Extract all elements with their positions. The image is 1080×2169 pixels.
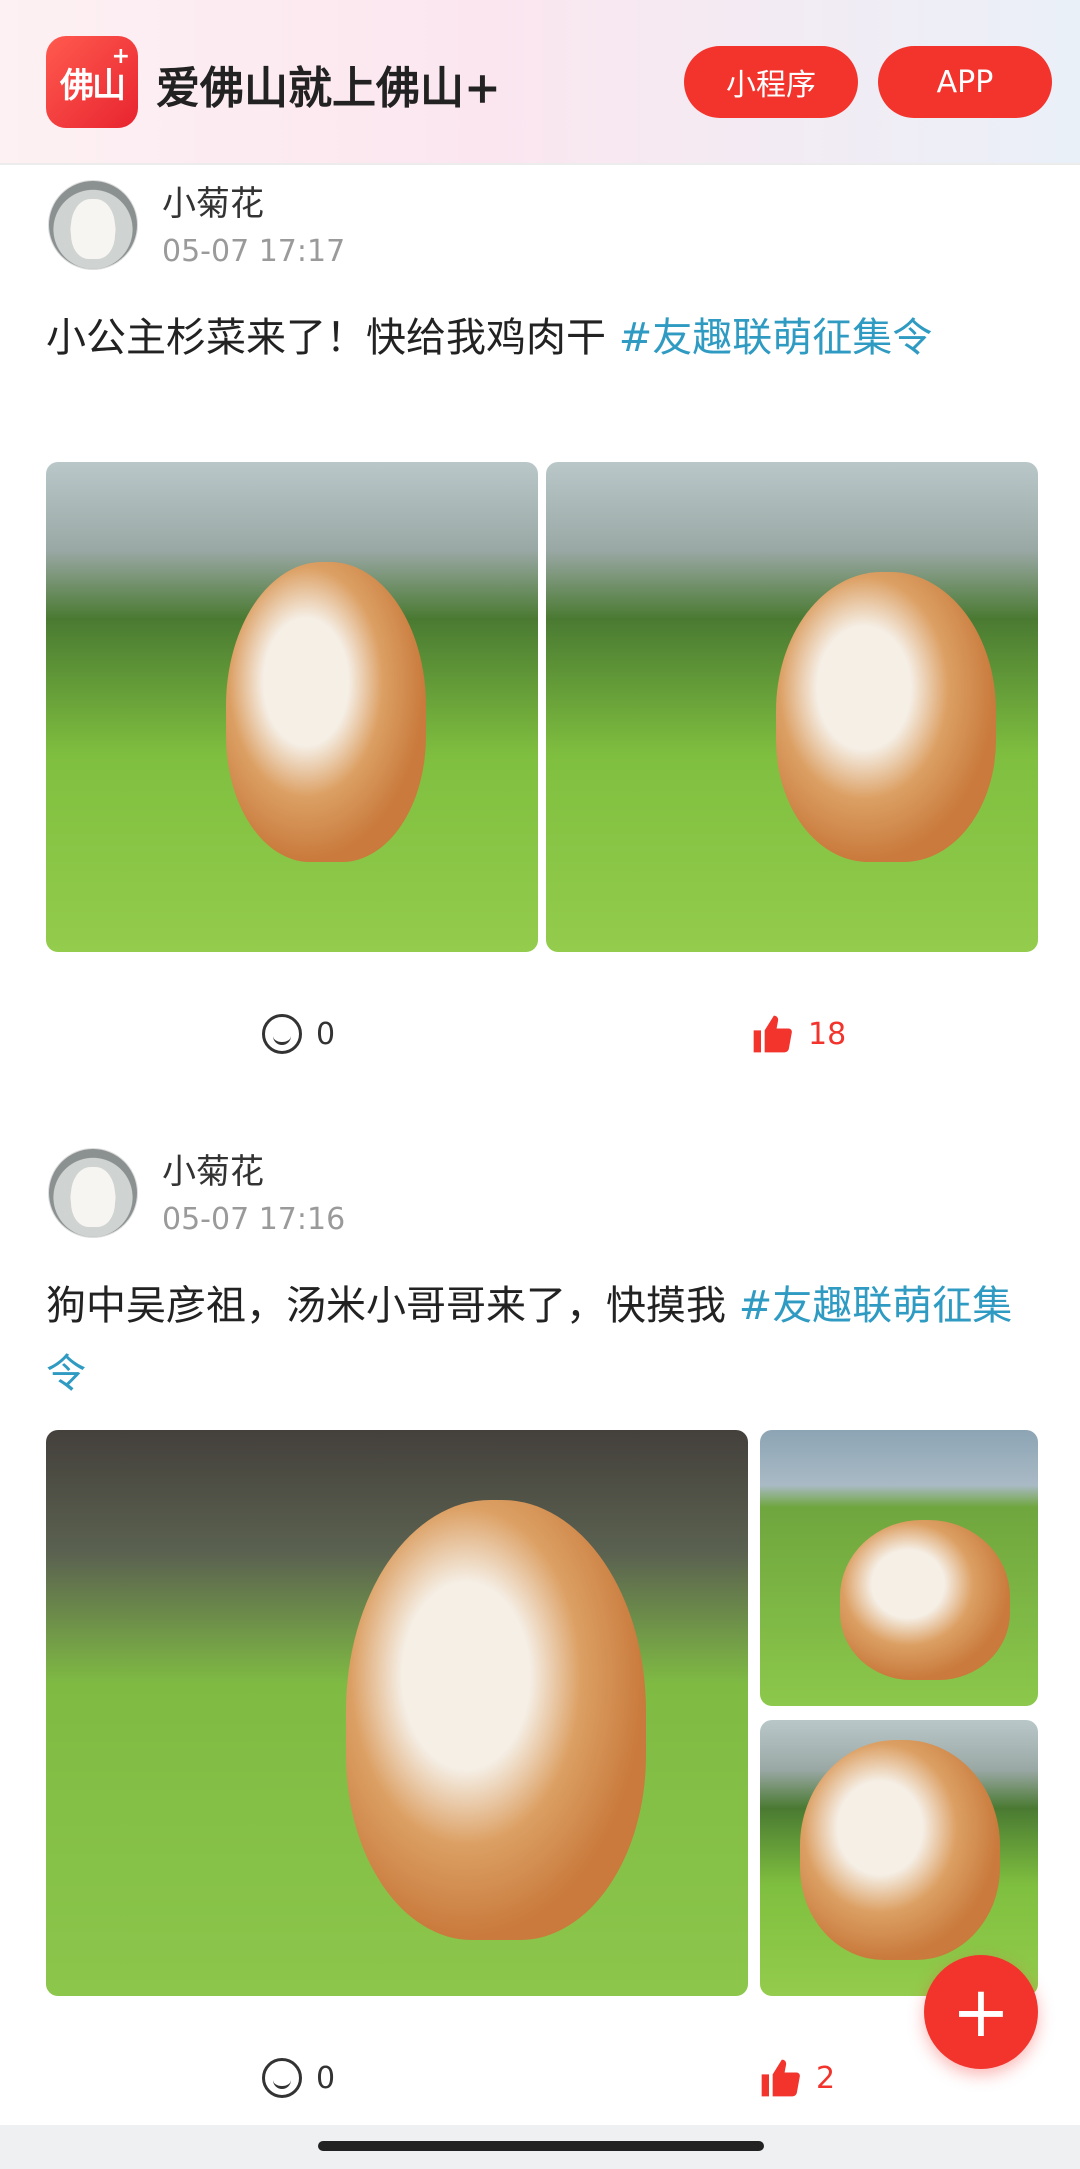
app-download-button[interactable]: APP [878, 46, 1052, 118]
app-logo[interactable]: 佛山 + [46, 36, 138, 128]
avatar[interactable] [48, 1148, 138, 1238]
post-image[interactable] [760, 1720, 1038, 1996]
comment-count: 0 [316, 1016, 336, 1052]
topic-tag[interactable]: #友趣联萌征集令 [619, 315, 933, 361]
comment-button[interactable]: 0 [262, 1004, 335, 1064]
comment-button[interactable]: 0 [262, 2048, 335, 2108]
post-text: 狗中吴彦祖，汤米小哥哥来了，快摸我 #友趣联萌征集令 [46, 1272, 1036, 1408]
post-time: 05-07 17:17 [162, 234, 346, 269]
post-actions: 0 18 [0, 1004, 1080, 1064]
comment-count: 0 [316, 2060, 336, 2096]
avatar[interactable] [48, 180, 138, 270]
post-image[interactable] [546, 462, 1038, 952]
like-button[interactable]: 18 [750, 1004, 846, 1064]
mini-program-button[interactable]: 小程序 [684, 46, 858, 118]
thumbs-up-icon [761, 2059, 800, 2097]
like-button[interactable]: 2 [758, 2048, 835, 2108]
app-header: 佛山 + 爱佛山就上佛山+ 小程序 APP [0, 0, 1080, 165]
post-body: 小公主杉菜来了！快给我鸡肉干 [46, 315, 619, 361]
post-image[interactable] [46, 1430, 748, 1996]
plus-icon: + [951, 1971, 1011, 2053]
post-time: 05-07 17:16 [162, 1202, 346, 1237]
like-count: 18 [808, 1016, 847, 1052]
author-name[interactable]: 小菊花 [162, 1144, 264, 1193]
like-count: 2 [816, 2060, 836, 2096]
post-actions: 0 2 [0, 2048, 1080, 2108]
thumbs-up-icon [753, 1015, 792, 1053]
comment-icon [262, 2058, 302, 2098]
logo-plus: + [111, 44, 130, 69]
home-indicator[interactable] [318, 2141, 764, 2151]
create-post-button[interactable]: + [924, 1955, 1038, 2069]
post-image[interactable] [46, 462, 538, 952]
author-name[interactable]: 小菊花 [162, 176, 264, 225]
app-title: 爱佛山就上佛山+ [156, 63, 501, 114]
post-image[interactable] [760, 1430, 1038, 1706]
comment-icon [262, 1014, 302, 1054]
post-body: 狗中吴彦祖，汤米小哥哥来了，快摸我 [46, 1283, 739, 1329]
post-text: 小公主杉菜来了！快给我鸡肉干 #友趣联萌征集令 [46, 304, 1036, 372]
